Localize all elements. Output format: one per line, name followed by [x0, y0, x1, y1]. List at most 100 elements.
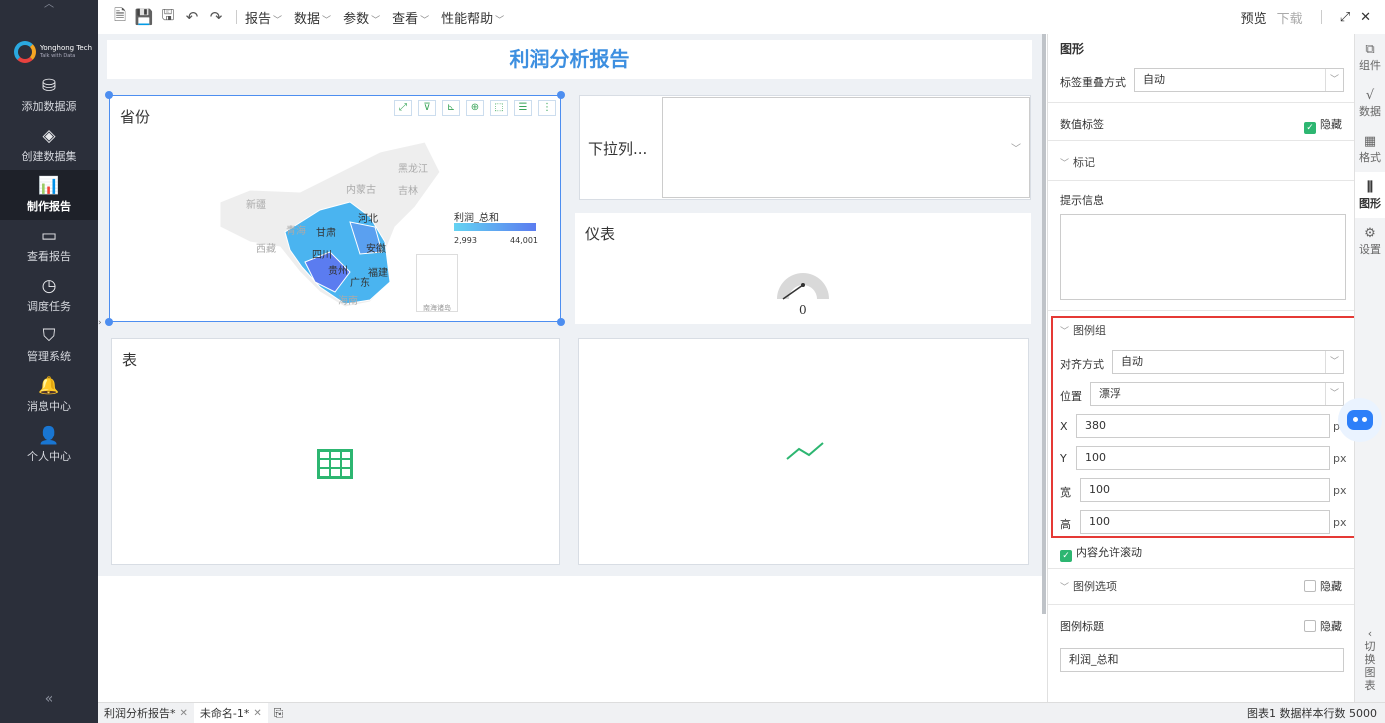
status-bar: 利润分析报告* ✕ 未命名-1* ✕ ⎘ 图表1 数据样本行数 5000	[98, 702, 1385, 723]
collapse-up-icon[interactable]: ︿	[0, 0, 98, 12]
sidebar-item-messages[interactable]: 🔔 消息中心	[0, 370, 98, 420]
label-overlap-select[interactable]: 自动 ﹀	[1134, 68, 1344, 92]
height-input[interactable]: 100	[1080, 510, 1330, 534]
line-chart-panel[interactable]	[578, 338, 1029, 565]
chevron-down-icon: ﹀	[322, 15, 332, 26]
file-tab[interactable]: 利润分析报告* ✕	[98, 703, 194, 723]
table-title: 表	[122, 351, 138, 369]
tab-components[interactable]: ⧉ 组件	[1355, 34, 1385, 80]
map-label: 黑龙江	[398, 164, 428, 175]
collapse-sidebar-icon[interactable]: «	[0, 691, 98, 707]
tooltip-textarea[interactable]	[1060, 214, 1346, 300]
legend-title-label: 图例标题	[1060, 620, 1104, 633]
sidebar-item-view-report[interactable]: ▭ 查看报告	[0, 220, 98, 270]
filter-icon[interactable]: ⊽	[418, 100, 436, 116]
logo: Yonghong Tech Talk with Data	[0, 12, 98, 70]
menu-report[interactable]: 报告 ﹀	[245, 8, 282, 27]
assistant-bot-button[interactable]	[1338, 398, 1382, 442]
map-label: 四川	[312, 250, 332, 261]
dropdown-list-panel[interactable]: 下拉列... ﹀	[579, 95, 1031, 200]
legend-title-input[interactable]: 利润_总和	[1060, 648, 1344, 672]
file-tab[interactable]: 未命名-1* ✕	[193, 702, 268, 723]
select-icon[interactable]: ⬚	[490, 100, 508, 116]
resize-handle[interactable]	[557, 91, 565, 99]
left-sidebar: ︿ Yonghong Tech Talk with Data ⛁ 添加数据源 ◈…	[0, 0, 98, 723]
menu-perf-help[interactable]: 性能帮助 ﹀	[441, 8, 504, 27]
allow-scroll-checkbox[interactable]: ✓ 内容允许滚动	[1060, 544, 1344, 562]
sidebar-item-make-report[interactable]: 📊 制作报告	[0, 170, 98, 220]
close-icon[interactable]: ✕	[180, 708, 188, 719]
legend-options-section[interactable]: ﹀ 图例选项	[1060, 578, 1117, 594]
y-unit: px	[1333, 452, 1347, 465]
sidebar-item-add-datasource[interactable]: ⛁ 添加数据源	[0, 70, 98, 120]
value-label-hide-checkbox[interactable]: ✓ 隐藏	[1304, 116, 1342, 134]
sidebar-item-schedule[interactable]: ◷ 调度任务	[0, 270, 98, 320]
gauge-dial	[777, 273, 829, 300]
bell-icon: 🔔	[38, 375, 60, 396]
report-title[interactable]: 利润分析报告	[107, 40, 1032, 79]
layers-icon: ◈	[42, 125, 56, 146]
legend-options-hide-checkbox[interactable]: 隐藏	[1304, 578, 1342, 594]
menu-data[interactable]: 数据 ﹀	[294, 8, 331, 27]
database-icon: ⛁	[41, 75, 57, 96]
components-icon: ⧉	[1365, 41, 1375, 57]
resize-handle[interactable]	[105, 318, 113, 326]
expand-panel-icon[interactable]: ›	[98, 318, 102, 328]
download-button[interactable]: 下载	[1277, 8, 1303, 27]
axis-icon[interactable]: ⊾	[442, 100, 460, 116]
x-input[interactable]: 380	[1076, 414, 1330, 438]
sidebar-item-profile[interactable]: 👤 个人中心	[0, 420, 98, 470]
legend-title: 利润_总和	[454, 213, 499, 224]
new-tab-icon[interactable]: ⎘	[274, 706, 284, 721]
position-select[interactable]: 漂浮 ﹀	[1090, 382, 1344, 406]
maximize-icon[interactable]: ⤢	[394, 100, 412, 116]
chevron-left-icon: ‹	[1367, 627, 1373, 640]
menu-view[interactable]: 查看 ﹀	[392, 8, 429, 27]
map-chart-panel[interactable]: 省份 ⤢ ⊽ ⊾ ⊕ ⬚ ☰ ⋮ 黑龙江 吉林 内蒙古 新疆 河北 甘肃 青海 …	[105, 91, 565, 326]
y-input[interactable]: 100	[1076, 446, 1330, 470]
tab-settings[interactable]: ⚙ 设置	[1355, 218, 1385, 264]
tab-format[interactable]: ▦ 格式	[1355, 126, 1385, 172]
chevron-down-icon: ﹀	[1325, 383, 1343, 405]
gauge-panel[interactable]: 仪表 0	[575, 213, 1031, 324]
fullscreen-icon[interactable]: ⤢	[1340, 10, 1350, 25]
align-select[interactable]: 自动 ﹀	[1112, 350, 1344, 374]
dropdown-list-box[interactable]: ﹀	[662, 97, 1030, 198]
map-title: 省份	[120, 108, 151, 126]
redo-icon[interactable]: ↷	[204, 8, 228, 26]
canvas-scrollbar[interactable]	[1042, 34, 1046, 614]
sidebar-item-admin[interactable]: ⛉ 管理系统	[0, 320, 98, 370]
chevron-down-icon[interactable]: ﹀	[1011, 140, 1021, 155]
resize-handle[interactable]	[557, 318, 565, 326]
zoom-icon[interactable]: ⊕	[466, 100, 484, 116]
sidebar-item-label: 添加数据源	[21, 99, 77, 113]
chart-report-icon: 📊	[38, 175, 60, 196]
preview-button[interactable]: 预览	[1241, 8, 1267, 27]
report-canvas[interactable]: 利润分析报告 省份 ⤢ ⊽ ⊾ ⊕ ⬚ ☰ ⋮ 黑龙江 吉林 内蒙古 新疆 河北…	[98, 34, 1042, 702]
legend-title-hide-checkbox[interactable]: 隐藏	[1304, 618, 1342, 634]
legend-max: 44,001	[510, 236, 538, 245]
chevron-down-icon: ﹀	[495, 15, 505, 26]
chevron-down-icon: ﹀	[1060, 159, 1070, 169]
tab-graphic[interactable]: ⫼ 图形	[1355, 172, 1385, 218]
legend-group-section[interactable]: ﹀ 图例组	[1060, 322, 1106, 338]
undo-icon[interactable]: ↶	[180, 8, 204, 26]
new-report-icon[interactable]: 🗎	[108, 5, 132, 30]
marks-section[interactable]: ﹀ 标记	[1060, 154, 1095, 170]
gauge-title: 仪表	[585, 225, 616, 243]
sidebar-item-create-dataset[interactable]: ◈ 创建数据集	[0, 120, 98, 170]
table-panel[interactable]: 表	[111, 338, 560, 565]
more-icon[interactable]: ⋮	[538, 100, 556, 116]
list-icon[interactable]: ☰	[514, 100, 532, 116]
switch-chart-button[interactable]: ‹ 切换图表	[1355, 627, 1385, 692]
sidebar-item-label: 个人中心	[27, 449, 71, 463]
resize-handle[interactable]	[105, 91, 113, 99]
width-input[interactable]: 100	[1080, 478, 1330, 502]
tooltip-label: 提示信息	[1060, 194, 1104, 207]
close-icon[interactable]: ✕	[1360, 10, 1371, 25]
close-icon[interactable]: ✕	[253, 708, 261, 719]
tab-data[interactable]: √ 数据	[1355, 80, 1385, 126]
save-icon[interactable]: 💾	[132, 8, 156, 26]
save-as-icon[interactable]: 🖫	[156, 5, 180, 30]
menu-params[interactable]: 参数 ﹀	[343, 8, 380, 27]
